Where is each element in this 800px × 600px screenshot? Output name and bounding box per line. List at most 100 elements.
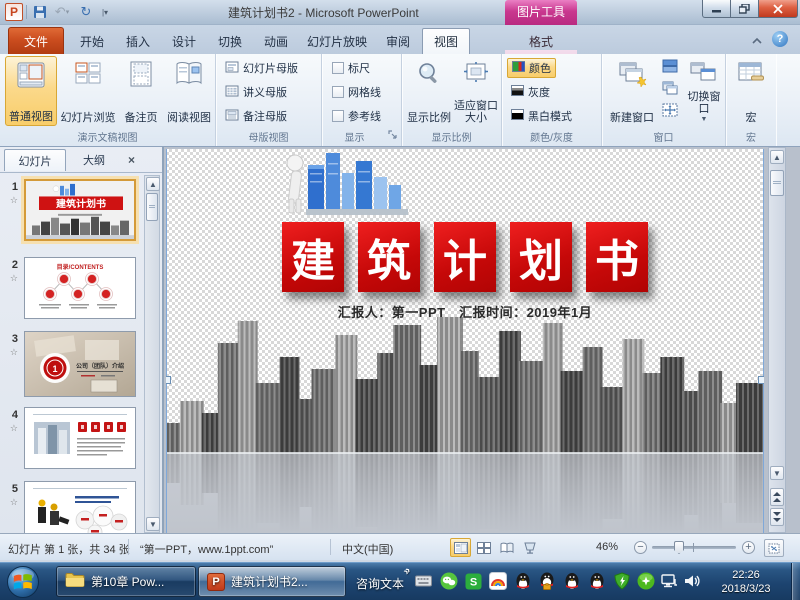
fit-slide-to-window-icon[interactable] <box>764 539 784 557</box>
tab-design[interactable]: 设计 <box>162 28 206 54</box>
redo-icon[interactable]: ↻ <box>78 3 94 21</box>
slide-title[interactable]: 建 筑 计 划 书 <box>166 222 764 292</box>
gridlines-checkbox[interactable]: 网格线 <box>328 82 385 102</box>
slide-3-thumbnail[interactable]: 1 公司（团队）介绍 <box>24 331 136 397</box>
wechat-icon[interactable] <box>440 572 458 590</box>
canvas-scrollbar[interactable]: ▲ ▼ <box>768 147 786 533</box>
start-button[interactable] <box>6 565 40 599</box>
color-button[interactable]: 颜色 <box>507 58 556 78</box>
animation-star-icon[interactable]: ☆ <box>0 497 18 508</box>
slide-thumbnail-item[interactable]: 3 ☆ 1 公司（团队）介绍 <box>0 329 160 403</box>
close-pane-icon[interactable]: × <box>128 153 135 167</box>
black-white-button[interactable]: 黑白模式 <box>507 106 576 126</box>
tab-file[interactable]: 文件 <box>8 27 64 54</box>
tab-slides[interactable]: 幻灯片 <box>4 149 66 171</box>
ruler-checkbox[interactable]: 标尺 <box>328 58 374 78</box>
new-window-button[interactable]: 新建窗口 <box>606 56 658 126</box>
slide-master-button[interactable]: 幻灯片母版 <box>221 58 302 78</box>
undo-icon[interactable]: ↶▾ <box>52 3 72 21</box>
volume-icon[interactable] <box>683 572 701 590</box>
animation-star-icon[interactable]: ☆ <box>0 195 18 206</box>
rainbow-browser-icon[interactable] <box>489 572 507 590</box>
notes-page-button[interactable]: 备注页 <box>119 56 163 126</box>
minimize-button[interactable] <box>702 0 731 18</box>
handout-master-button[interactable]: 讲义母版 <box>221 82 291 102</box>
powerpoint-app-icon[interactable]: P <box>5 3 23 21</box>
taskbar-powerpoint-button[interactable]: P 建筑计划书2... <box>198 566 346 597</box>
qq-icon[interactable] <box>588 572 606 590</box>
slide-thumbnail-item[interactable]: 2 ☆ 目录/CONTENTS <box>0 255 160 325</box>
security-shield-icon[interactable] <box>613 572 631 590</box>
sogou-icon[interactable]: S <box>464 572 482 590</box>
cascade-windows-icon[interactable] <box>662 81 678 98</box>
notes-master-button[interactable]: 备注母版 <box>221 106 291 126</box>
macros-button[interactable]: 宏 <box>731 56 771 126</box>
grayscale-button[interactable]: 灰度 <box>507 82 554 102</box>
slide-5-thumbnail[interactable] <box>24 481 136 533</box>
slide-sorter-toggle[interactable] <box>473 538 494 557</box>
slide-subtitle[interactable]: 汇报人：第一PPT 汇报时间：2019年1月 <box>166 302 764 321</box>
normal-view-toggle[interactable] <box>450 538 471 557</box>
guides-checkbox[interactable]: 参考线 <box>328 106 385 126</box>
slide-4-thumbnail[interactable] <box>24 407 136 469</box>
animation-star-icon[interactable]: ☆ <box>0 347 18 358</box>
close-button[interactable] <box>758 0 798 18</box>
previous-slide-icon[interactable] <box>770 488 784 506</box>
save-icon[interactable] <box>31 3 49 21</box>
reading-view-toggle[interactable] <box>496 538 517 557</box>
tab-view[interactable]: 视图 <box>422 28 470 54</box>
zoom-button[interactable]: 显示比例 <box>406 56 452 126</box>
fit-to-window-button[interactable]: 适应窗口大小 <box>452 56 500 126</box>
zoom-slider-thumb[interactable] <box>674 541 684 554</box>
qq-briefcase-icon[interactable] <box>538 572 556 590</box>
keyboard-icon[interactable] <box>414 572 432 590</box>
zoom-percentage[interactable]: 46% <box>596 541 618 553</box>
zoom-slider[interactable] <box>652 546 736 549</box>
language-indicator[interactable]: 中文(中国) <box>342 541 393 557</box>
tab-animations[interactable]: 动画 <box>254 28 298 54</box>
move-split-icon[interactable] <box>662 103 678 120</box>
scroll-down-icon[interactable]: ▼ <box>770 466 784 480</box>
animation-star-icon[interactable]: ☆ <box>0 273 18 284</box>
tab-format[interactable]: 格式 <box>505 28 577 54</box>
selection-handle-right[interactable] <box>758 376 764 384</box>
collapse-ribbon-icon[interactable] <box>752 33 762 47</box>
pane-scroll-thumb[interactable] <box>146 193 158 221</box>
customize-quick-access-icon[interactable]: |▾ <box>98 3 112 21</box>
scroll-up-icon[interactable]: ▲ <box>770 150 784 164</box>
taskbar-clock[interactable]: 22:26 2018/3/23 <box>706 568 786 596</box>
animation-star-icon[interactable]: ☆ <box>0 423 18 434</box>
show-dialog-launcher-icon[interactable] <box>388 129 398 143</box>
ruler-checkbox-box[interactable] <box>332 62 344 74</box>
show-desktop-button[interactable] <box>791 563 800 600</box>
slide-canvas[interactable]: 建 筑 计 划 书 汇报人：第一PPT 汇报时间：2019年1月 <box>166 149 764 533</box>
scroll-thumb[interactable] <box>770 170 784 196</box>
slide-thumbnail-item[interactable]: 1 ☆ 建筑计划书 <box>0 177 160 247</box>
network-icon[interactable] <box>660 572 678 590</box>
reading-view-button[interactable]: 阅读视图 <box>165 56 213 126</box>
tab-home[interactable]: 开始 <box>70 28 114 54</box>
slide-thumbnail-item[interactable]: 5 ☆ <box>0 479 160 533</box>
selection-handle-left[interactable] <box>166 376 171 384</box>
qq-icon[interactable] <box>514 572 532 590</box>
slideshow-toggle[interactable] <box>519 538 540 557</box>
slide-2-thumbnail[interactable]: 目录/CONTENTS <box>24 257 136 319</box>
tab-insert[interactable]: 插入 <box>116 28 160 54</box>
slide-1-thumbnail[interactable]: 建筑计划书 <box>24 179 136 241</box>
gridlines-checkbox-box[interactable] <box>332 86 344 98</box>
pane-scrollbar[interactable]: ▲ ▼ <box>144 175 160 533</box>
slide-sorter-button[interactable]: 幻灯片浏览 <box>59 56 117 126</box>
qq-icon[interactable] <box>563 572 581 590</box>
restore-button[interactable] <box>730 0 759 18</box>
taskbar-folder-button[interactable]: 第10章 Pow... <box>56 566 196 597</box>
tab-transitions[interactable]: 切换 <box>208 28 252 54</box>
guides-checkbox-box[interactable] <box>332 110 344 122</box>
switch-windows-button[interactable]: 切换窗口 ▼ <box>684 56 724 126</box>
pane-scroll-down-icon[interactable]: ▼ <box>146 517 160 531</box>
pane-scroll-up-icon[interactable]: ▲ <box>146 177 160 191</box>
tab-slideshow[interactable]: 幻灯片放映 <box>300 28 374 54</box>
arrange-all-icon[interactable] <box>662 59 678 76</box>
tab-review[interactable]: 审阅 <box>376 28 420 54</box>
zoom-out-icon[interactable]: − <box>634 541 647 554</box>
zoom-in-icon[interactable]: + <box>742 541 755 554</box>
